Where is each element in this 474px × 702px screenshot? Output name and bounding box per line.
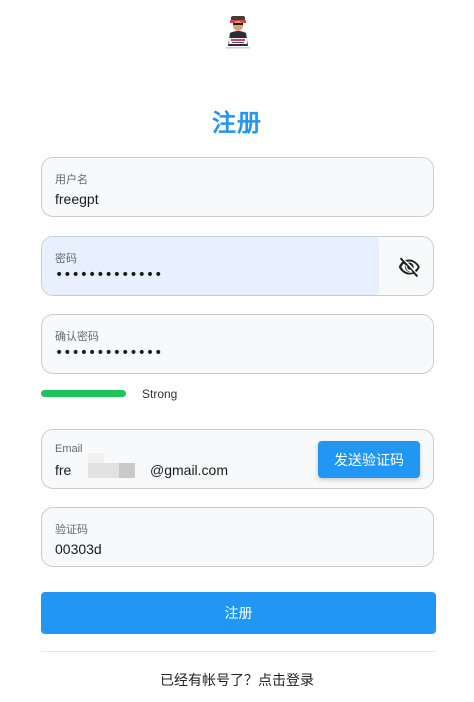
verification-code-field[interactable]: 验证码 00303d bbox=[41, 507, 434, 567]
verification-code-input[interactable]: 00303d bbox=[55, 541, 102, 557]
username-input[interactable]: freegpt bbox=[55, 191, 99, 207]
confirm-password-field[interactable]: 确认密码 ••••••••••••• bbox=[41, 314, 434, 374]
email-field[interactable]: Email fre @gmail.com 发送验证码 bbox=[41, 429, 434, 489]
password-input[interactable]: ••••••••••••• bbox=[55, 267, 162, 283]
redacted-block bbox=[119, 463, 135, 478]
username-field[interactable]: 用户名 freegpt bbox=[41, 157, 434, 217]
verification-code-label: 验证码 bbox=[55, 524, 88, 536]
app-logo bbox=[222, 14, 254, 50]
eye-off-icon[interactable] bbox=[397, 255, 421, 279]
email-label: Email bbox=[55, 443, 83, 455]
register-button[interactable]: 注册 bbox=[41, 592, 436, 634]
confirm-password-label: 确认密码 bbox=[55, 331, 99, 343]
password-strength-bar bbox=[41, 390, 126, 397]
redacted-block bbox=[88, 453, 104, 463]
autofill-highlight bbox=[42, 237, 379, 295]
password-label: 密码 bbox=[55, 253, 77, 265]
password-strength-label: Strong bbox=[142, 387, 178, 401]
password-field[interactable]: 密码 ••••••••••••• bbox=[41, 236, 434, 296]
login-link[interactable]: 已经有帐号了？点击登录 bbox=[0, 670, 474, 690]
email-input-suffix[interactable]: @gmail.com bbox=[150, 462, 228, 478]
email-input-prefix[interactable]: fre bbox=[55, 462, 71, 478]
username-label: 用户名 bbox=[55, 174, 88, 186]
page-title: 注册 bbox=[212, 110, 262, 137]
divider bbox=[41, 651, 436, 652]
confirm-password-input[interactable]: ••••••••••••• bbox=[55, 345, 162, 361]
send-code-button[interactable]: 发送验证码 bbox=[318, 441, 420, 478]
